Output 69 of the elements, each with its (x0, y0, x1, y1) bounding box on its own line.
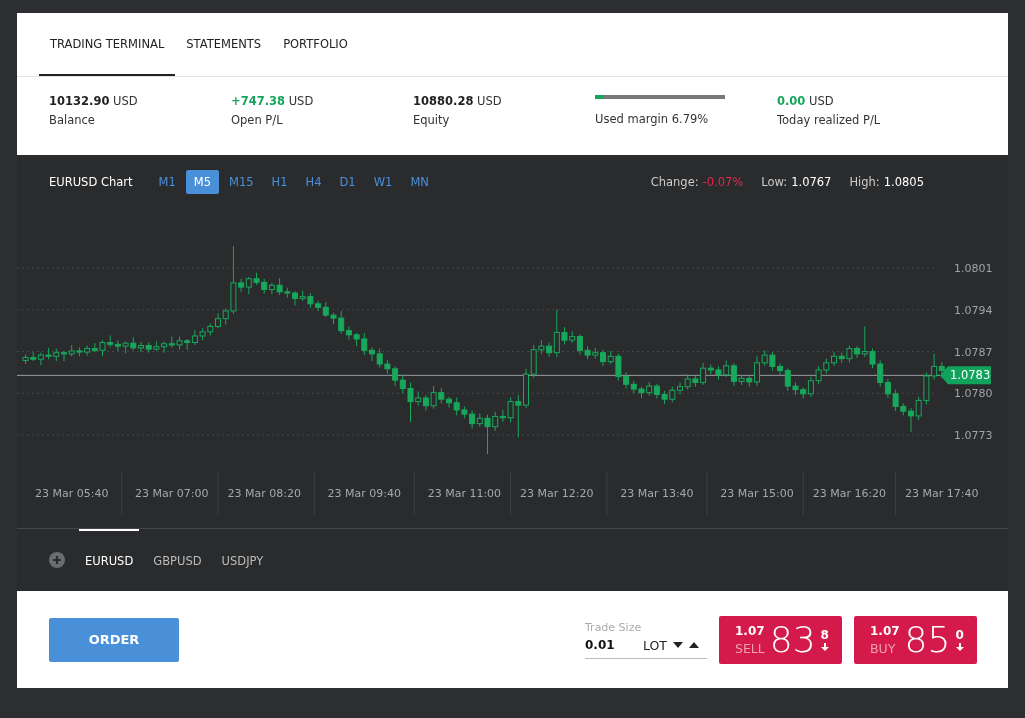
caret-down-icon[interactable] (673, 642, 683, 648)
symbol-tab[interactable]: GBPUSD (147, 529, 208, 591)
timeframe-button[interactable]: D1 (331, 169, 364, 194)
stat-value: 10880.28 (413, 94, 474, 108)
add-icon[interactable] (49, 552, 65, 568)
symbol-tab[interactable]: USDJPY (215, 529, 270, 591)
timeframe-button[interactable]: MN (402, 169, 437, 194)
price-tick-label: 1.0801 (954, 262, 993, 275)
time-axis-label: 23 Mar 07:00 (135, 487, 209, 500)
candlestick (677, 382, 683, 395)
arrow-down-icon (820, 643, 829, 651)
high-label: High: (849, 174, 880, 189)
low-label: Low: (761, 174, 788, 189)
timeframe-button[interactable]: M15 (221, 169, 262, 194)
time-axis-label: 23 Mar 17:40 (905, 487, 979, 500)
currency-unit: USD (477, 94, 502, 108)
high-value: 1.0805 (883, 174, 924, 189)
stat-label: Used margin (595, 112, 668, 126)
candlestick (908, 407, 914, 433)
order-button[interactable]: ORDER (49, 617, 179, 662)
candlestick (138, 341, 144, 353)
time-axis-label: 23 Mar 09:40 (327, 487, 402, 500)
change-label: Change: (650, 174, 699, 189)
time-axis-label: 23 Mar 13:40 (620, 487, 694, 500)
timeframe-button[interactable]: M5 (185, 169, 219, 194)
time-axis-label: 23 Mar 16:20 (812, 487, 887, 500)
stat-value: 6.79% (671, 112, 709, 126)
stat-value: 10132.90 (49, 94, 110, 108)
time-axis-label: 23 Mar 15:00 (720, 487, 794, 500)
nav-tab[interactable]: TRADING TERMINAL (39, 13, 176, 76)
stat-label: Open P/L (231, 113, 284, 127)
candlestick (61, 350, 67, 362)
stat-value: +747.38 (231, 94, 285, 108)
time-axis-label: 23 Mar 11:00 (427, 487, 502, 500)
timeframe-button[interactable]: H1 (263, 169, 296, 194)
change-value: -0.07% (702, 174, 744, 189)
current-price-tag: 1.0783 (940, 366, 991, 385)
price-tick-label: 1.0780 (954, 387, 993, 401)
price-tick-label: 1.0794 (954, 303, 993, 317)
nav-tab[interactable]: PORTFOLIO (272, 13, 359, 76)
stat-label: Balance (49, 113, 96, 127)
caret-up-icon[interactable] (689, 642, 699, 648)
time-axis-label: 23 Mar 08:20 (227, 487, 301, 500)
stat-label: Equity (413, 113, 451, 127)
trade-size-label: Trade Size (585, 620, 643, 634)
candlestick (754, 355, 760, 387)
low-value: 1.0767 (791, 174, 832, 189)
timeframe-button[interactable]: W1 (365, 169, 401, 194)
currency-unit: USD (113, 94, 138, 108)
timeframe-button[interactable]: H4 (297, 169, 330, 194)
time-axis-label: 23 Mar 12:20 (520, 487, 594, 500)
currency-unit: USD (288, 94, 314, 108)
candlestick (292, 290, 298, 307)
candlestick (446, 396, 452, 409)
stat-label: Today realized P/L (777, 113, 882, 127)
time-axis-label: 23 Mar 05:40 (34, 487, 109, 500)
arrow-down-icon (955, 643, 964, 651)
price-tick-label: 1.0773 (954, 429, 993, 442)
candlestick (831, 351, 837, 367)
lot-unit: LOT (643, 637, 667, 653)
price-tick-label: 1.0787 (954, 345, 993, 359)
currency-unit: USD (809, 94, 834, 108)
nav-tab[interactable]: STATEMENTS (175, 13, 273, 76)
candlestick (369, 346, 375, 362)
stat-value: 0.00 (777, 94, 806, 108)
ref-line-label: 1.0783 (950, 368, 991, 383)
symbol-tab[interactable]: EURUSD (79, 529, 140, 591)
timeframe-button[interactable]: M1 (150, 169, 184, 194)
chart-title: EURUSD Chart (49, 174, 133, 189)
